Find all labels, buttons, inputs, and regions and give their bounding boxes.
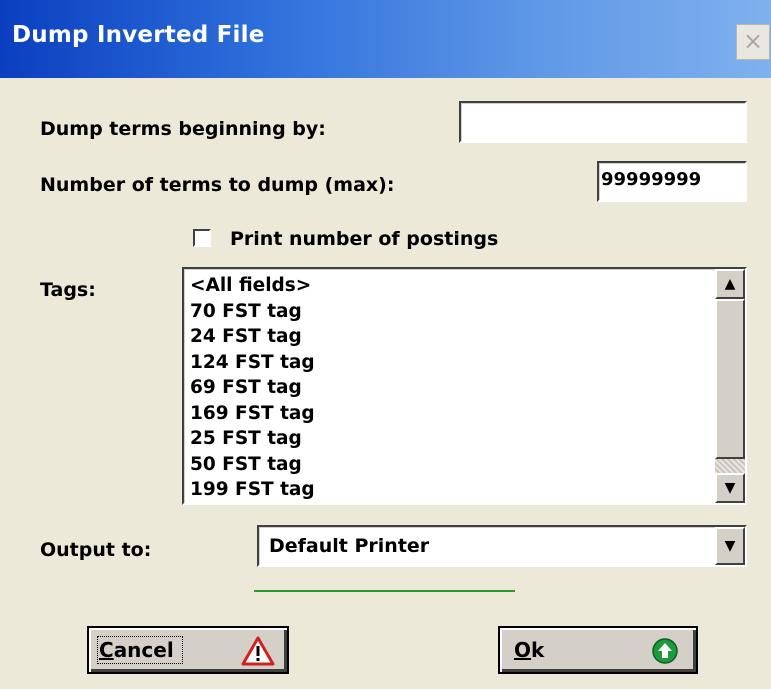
list-item[interactable]: 70 FST tag bbox=[190, 299, 315, 325]
list-item[interactable]: 69 FST tag bbox=[190, 375, 315, 401]
cancel-button[interactable]: Cancel bbox=[87, 626, 289, 674]
tags-listbox[interactable]: <All fields> 70 FST tag 24 FST tag 124 F… bbox=[182, 267, 747, 505]
warning-icon bbox=[241, 636, 275, 666]
print-postings-checkbox[interactable] bbox=[193, 229, 211, 247]
up-arrow-icon bbox=[652, 638, 678, 664]
tags-label: Tags: bbox=[40, 279, 96, 301]
begin-label: Dump terms beginning by: bbox=[40, 118, 326, 140]
list-item[interactable]: 25 FST tag bbox=[190, 426, 315, 452]
list-item[interactable]: 199 FST tag bbox=[190, 477, 315, 503]
ok-button[interactable]: Ok bbox=[498, 626, 698, 674]
output-selected-value: Default Printer bbox=[269, 535, 430, 557]
window-title: Dump Inverted File bbox=[12, 22, 265, 48]
progress-line bbox=[254, 590, 515, 592]
list-item[interactable]: <All fields> bbox=[190, 273, 315, 299]
number-of-terms-input[interactable]: 99999999 bbox=[597, 161, 747, 202]
list-item[interactable]: 169 FST tag bbox=[190, 401, 315, 427]
ok-button-label: Ok bbox=[514, 638, 545, 662]
dropdown-arrow-button[interactable]: ▼ bbox=[715, 527, 745, 565]
cancel-button-label: Cancel bbox=[99, 638, 174, 662]
number-label: Number of terms to dump (max): bbox=[40, 174, 395, 196]
scroll-up-button[interactable]: ▲ bbox=[715, 269, 745, 299]
close-button[interactable]: × bbox=[736, 24, 770, 60]
output-label: Output to: bbox=[40, 539, 152, 561]
list-item[interactable]: 24 FST tag bbox=[190, 324, 315, 350]
output-dropdown[interactable]: Default Printer ▼ bbox=[257, 525, 747, 567]
number-of-terms-value: 99999999 bbox=[601, 169, 702, 190]
tags-list: <All fields> 70 FST tag 24 FST tag 124 F… bbox=[190, 273, 315, 503]
scroll-down-button[interactable]: ▼ bbox=[715, 473, 745, 503]
scroll-thumb[interactable] bbox=[715, 299, 745, 459]
begin-terms-input[interactable] bbox=[459, 101, 747, 143]
list-item[interactable]: 50 FST tag bbox=[190, 452, 315, 478]
tags-scrollbar[interactable]: ▲ ▼ bbox=[715, 269, 745, 503]
title-bar: Dump Inverted File × bbox=[0, 0, 771, 78]
list-item[interactable]: 124 FST tag bbox=[190, 350, 315, 376]
print-postings-label: Print number of postings bbox=[230, 228, 499, 250]
